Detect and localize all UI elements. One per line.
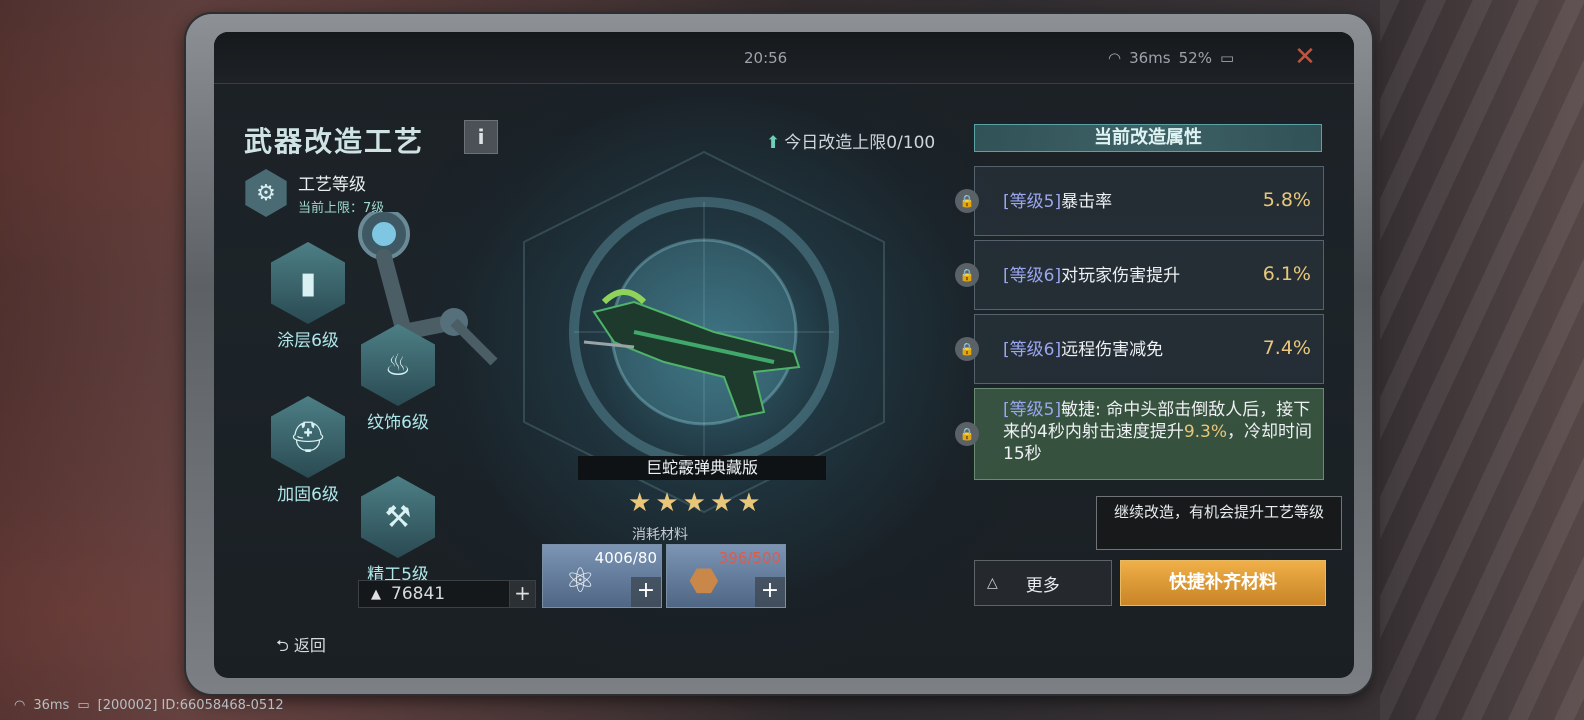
node-label: 涂层6级 — [277, 331, 339, 351]
ping-text: 36ms — [1129, 49, 1171, 67]
wifi-icon: ◠ — [14, 698, 26, 713]
star-icon: ★ — [628, 488, 652, 518]
upgrade-tooltip: 继续改造，有机会提升工艺等级 — [1096, 496, 1342, 550]
weapon-stars: ★ ★ ★ ★ ★ — [628, 488, 778, 518]
back-button[interactable]: ⮌ 返回 — [276, 632, 326, 662]
craft-level: ⚙ 工艺等级 当前上限：7级 — [242, 169, 482, 217]
footer-status: ◠ 36ms ▭ [200002] ID:66058468-0512 — [14, 698, 284, 713]
flame-icon: ♨ — [384, 347, 412, 383]
attribute-level: [等级6] — [1003, 266, 1062, 286]
battery-text: 52% — [1178, 49, 1212, 67]
craft-level-label: 工艺等级 — [298, 175, 366, 195]
attribute-name: 对玩家伤害提升 — [1061, 266, 1181, 286]
attribute-level: [等级5] — [1003, 400, 1062, 420]
battery-icon: ▭ — [77, 698, 90, 713]
star-icon: ★ — [709, 488, 734, 518]
attribute-value: 7.4% — [1262, 337, 1311, 359]
weapon-image — [583, 289, 801, 419]
top-status-bar: 20:56 ◠ 36ms 52% ▭ ✕ — [214, 32, 1354, 84]
material-count: 4006/80 — [594, 549, 657, 567]
attribute-name: 远程伤害减免 — [1061, 340, 1164, 360]
materials-label: 消耗材料 — [632, 527, 688, 543]
drill-icon: ⚒ — [384, 499, 412, 535]
attribute-level: [等级5] — [1003, 192, 1062, 212]
node-pattern[interactable]: ♨ 纹饰6级 — [358, 324, 438, 433]
attribute-row: 🔒 [等级6]对玩家伤害提升 6.1% — [955, 240, 1324, 310]
weapon-name: 巨蛇霰弹典藏版 — [578, 456, 826, 480]
back-arrow-icon: ⮌ — [276, 636, 289, 655]
node-label: 加固6级 — [277, 485, 339, 505]
spray-icon: ▮ — [299, 265, 317, 301]
molecule-icon: ⚛ — [565, 561, 596, 601]
more-label: 更多 — [1025, 575, 1060, 596]
add-material-button[interactable]: + — [755, 577, 785, 607]
helmet-icon: ⛑ — [288, 419, 328, 455]
wifi-icon: ◠ — [1108, 49, 1122, 67]
star-icon: ★ — [682, 488, 706, 518]
attribute-value: 6.1% — [1262, 263, 1311, 285]
page-title: 武器改造工艺 — [244, 125, 425, 158]
star-icon: ★ — [655, 488, 679, 518]
lock-icon[interactable]: 🔒 — [955, 263, 979, 287]
gold-icon: ▲ — [371, 586, 381, 602]
node-coating[interactable]: ▮ 涂层6级 — [268, 242, 348, 351]
material-slot-molecule[interactable]: ⚛ 4006/80 + — [542, 544, 662, 608]
attributes-header: 当前改造属性 — [974, 124, 1322, 152]
footer-ping: 36ms — [33, 698, 70, 713]
add-material-button[interactable]: + — [631, 577, 661, 607]
more-button[interactable]: △ 更多 — [974, 560, 1112, 606]
battery-icon: ▭ — [1219, 49, 1235, 67]
triangle-up-icon: △ — [987, 575, 998, 591]
wrench-gear-icon: ⚙ — [245, 169, 287, 217]
back-label: 返回 — [293, 636, 326, 655]
attribute-row: 🔒 [等级6]远程伤害减免 7.4% — [955, 314, 1324, 384]
attribute-highlight: 9.3% — [1183, 422, 1228, 442]
network-status: ◠ 36ms 52% ▭ — [1108, 49, 1234, 67]
node-reinforce[interactable]: ⛑ 加固6级 — [268, 396, 348, 505]
star-icon: ★ — [737, 488, 761, 518]
ore-icon: ⬣ — [689, 561, 719, 601]
attribute-level: [等级6] — [1003, 340, 1062, 360]
player-id: [200002] ID:66058468-0512 — [97, 698, 284, 713]
lock-icon[interactable]: 🔒 — [955, 189, 979, 213]
gold-counter: ▲ 76841 + — [358, 580, 536, 608]
attribute-name: 暴击率 — [1061, 192, 1113, 212]
game-screen: 20:56 ◠ 36ms 52% ▭ ✕ 武器改造工艺 i ⬆ 今日改造上限0/1… — [214, 32, 1354, 678]
material-count: 396/500 — [718, 549, 781, 567]
add-gold-button[interactable]: + — [509, 581, 535, 607]
quick-fill-materials-button[interactable]: 快捷补齐材料 — [1120, 560, 1326, 606]
node-precision[interactable]: ⚒ 精工5级 — [358, 476, 438, 585]
lock-icon[interactable]: 🔒 — [955, 337, 979, 361]
close-icon[interactable]: ✕ — [1290, 42, 1320, 72]
lock-icon[interactable]: 🔒 — [955, 422, 979, 446]
node-label: 纹饰6级 — [367, 413, 429, 433]
clock: 20:56 — [744, 49, 788, 67]
attribute-row: 🔒 [等级5]暴击率 5.8% — [955, 166, 1324, 236]
gold-value: 76841 — [391, 584, 446, 604]
attribute-value: 5.8% — [1262, 189, 1311, 211]
material-slot-ore[interactable]: ⬣ 396/500 + — [666, 544, 786, 608]
attribute-row-special: 🔒 [等级5]敏捷: 命中头部击倒敌人后，接下来的4秒内射击速度提升9.3%，冷… — [955, 388, 1324, 480]
